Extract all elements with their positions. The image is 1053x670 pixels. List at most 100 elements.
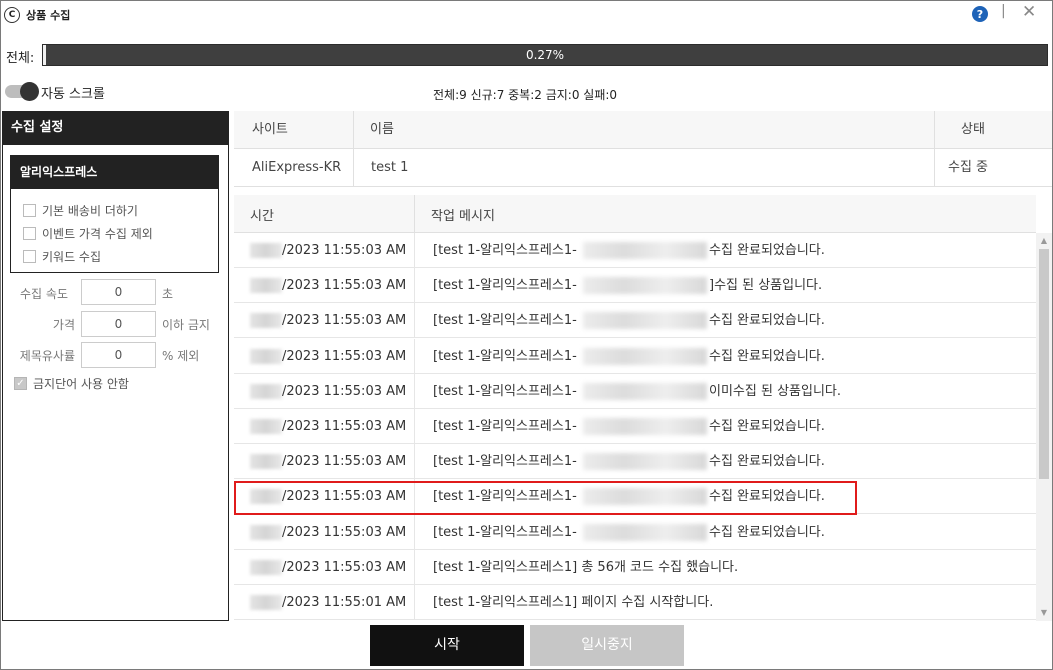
similarity-input[interactable]: 0: [81, 342, 156, 368]
option-shipping-fee[interactable]: 기본 배송비 더하기: [23, 202, 138, 219]
column-header-site: 사이트: [252, 122, 288, 137]
site-table-row[interactable]: AliExpress-KR test 1 수집 중: [234, 149, 1052, 187]
aliexpress-options-group: 알리익스프레스 기본 배송비 더하기 이벤트 가격 수집 제외 키워드 수집: [10, 155, 219, 273]
log-message-cell: [test 1-알리익스프레스1- 수집 완료되었습니다.: [414, 233, 1036, 268]
log-message-status: 수집 완료되었습니다.: [709, 243, 825, 258]
log-row[interactable]: /2023 11:55:03 AM [test 1-알리익스프레스1- 수집 완료되…: [234, 233, 1036, 268]
log-time-cell: /2023 11:55:03 AM: [234, 233, 414, 268]
option-exclude-event-price[interactable]: 이벤트 가격 수집 제외: [23, 225, 153, 242]
progress-label: 전체:: [6, 51, 35, 66]
log-message-cell: [test 1-알리익스프레스1-]수집 된 상품입니다.: [414, 268, 1036, 304]
checkbox[interactable]: [23, 204, 36, 217]
app-logo-icon: C: [4, 7, 20, 23]
log-row[interactable]: /2023 11:55:03 AM [test 1-알리익스프레스1- 수집 완료되…: [234, 338, 1036, 374]
log-row[interactable]: /2023 11:55:03 AM [test 1-알리익스프레스1- 수집 완료되…: [234, 514, 1036, 550]
checkbox[interactable]: [23, 250, 36, 263]
group-title: 알리익스프레스: [11, 156, 218, 189]
log-message-cell: [test 1-알리익스프레스1- 수집 완료되었습니다.: [414, 514, 1036, 550]
log-row[interactable]: /2023 11:55:03 AM [test 1-알리익스프레스1] 총 56개…: [234, 549, 1036, 585]
column-header-message: 작업 메시지: [431, 209, 495, 224]
start-button[interactable]: 시작: [370, 625, 524, 666]
auto-scroll-label: 자동 스크롤: [41, 87, 105, 102]
scroll-thumb[interactable]: [1039, 249, 1049, 479]
log-row[interactable]: /2023 11:55:03 AM [test 1-알리익스프레스1- 수집 완료되…: [234, 444, 1036, 480]
minimize-icon[interactable]: |: [1001, 3, 1006, 19]
log-message-cell: [test 1-알리익스프레스1] 페이지 수집 시작합니다.: [414, 585, 1036, 620]
redacted-product-code: [583, 523, 707, 541]
redacted-date: [250, 454, 282, 470]
log-message: [test 1-알리익스프레스1-: [433, 454, 577, 470]
log-message: [test 1-알리익스프레스1] 총 56개 코드 수집 했습니다.: [433, 559, 739, 575]
log-time-cell: /2023 11:55:03 AM: [234, 303, 414, 338]
price-suffix: 이하 금지: [162, 318, 210, 332]
help-icon[interactable]: ?: [972, 6, 988, 22]
redacted-date: [250, 243, 282, 258]
log-message-cell: [test 1-알리익스프레스1- 수집 완료되었습니다.: [414, 303, 1036, 339]
price-label: 가격: [52, 318, 75, 332]
checkbox[interactable]: [23, 227, 36, 240]
log-message: [test 1-알리익스프레스1-: [433, 348, 577, 364]
log-time: /2023 11:55:03 AM: [282, 278, 407, 294]
log-list[interactable]: /2023 11:55:03 AM [test 1-알리익스프레스1- 수집 완료되…: [234, 233, 1036, 621]
highlight-box: [234, 481, 857, 515]
column-header-name: 이름: [370, 122, 394, 137]
log-time: /2023 11:55:03 AM: [282, 559, 407, 575]
log-time-cell: /2023 11:55:03 AM: [234, 374, 414, 409]
log-row[interactable]: /2023 11:55:03 AM [test 1-알리익스프레스1-]수집 된 …: [234, 268, 1036, 304]
log-message-status: 이미수집 된 상품입니다.: [709, 383, 841, 399]
log-row[interactable]: /2023 11:55:03 AM [test 1-알리익스프레스1- 수집 완료되…: [234, 409, 1036, 444]
close-icon[interactable]: ✕: [1022, 2, 1036, 22]
scroll-up-icon[interactable]: ▲: [1036, 233, 1052, 249]
option-label: 이벤트 가격 수집 제외: [42, 227, 153, 241]
similarity-label: 제목유사률: [19, 349, 75, 363]
redacted-date: [250, 383, 282, 399]
redacted-product-code: [583, 312, 707, 330]
log-time-cell: /2023 11:55:03 AM: [234, 444, 414, 479]
option-keyword-collect[interactable]: 키워드 수집: [23, 248, 101, 265]
log-time: /2023 11:55:03 AM: [282, 419, 407, 434]
pause-button[interactable]: 일시중지: [530, 625, 684, 666]
redacted-product-code: [583, 242, 707, 259]
option-label: 금지단어 사용 안함: [33, 377, 129, 391]
log-time: /2023 11:55:03 AM: [282, 524, 407, 540]
log-message: [test 1-알리익스프레스1-: [433, 243, 577, 258]
log-message-status: 수집 완료되었습니다.: [709, 524, 825, 540]
log-scrollbar[interactable]: ▲ ▼: [1036, 233, 1052, 621]
column-header-status: 상태: [961, 122, 985, 137]
log-row[interactable]: /2023 11:55:03 AM [test 1-알리익스프레스1- 이미수집 된…: [234, 373, 1036, 409]
site-table: 사이트 이름 상태 AliExpress-KR test 1 수집 중: [234, 111, 1052, 187]
auto-scroll-toggle[interactable]: [5, 82, 39, 101]
log-message: [test 1-알리익스프레스1-: [433, 383, 577, 399]
log-time-cell: /2023 11:55:03 AM: [234, 550, 414, 585]
log-row[interactable]: /2023 11:55:03 AM [test 1-알리익스프레스1- 수집 완료되…: [234, 303, 1036, 339]
title-bar: C 상품 수집: [1, 1, 1052, 29]
progress-text: 0.27%: [525, 48, 565, 62]
redacted-product-code: [583, 277, 707, 295]
scroll-down-icon[interactable]: ▼: [1036, 605, 1052, 621]
speed-input[interactable]: 0: [81, 279, 156, 305]
log-time-cell: /2023 11:55:03 AM: [234, 409, 414, 444]
option-label: 키워드 수집: [42, 250, 102, 264]
redacted-date: [250, 348, 282, 364]
redacted-date: [250, 313, 282, 329]
option-label: 기본 배송비 더하기: [42, 204, 138, 218]
log-message-status: ]수집 된 상품입니다.: [709, 278, 823, 294]
log-message-cell: [test 1-알리익스프레스1- 수집 완료되었습니다.: [414, 338, 1036, 374]
option-banned-words[interactable]: ✓ 금지단어 사용 안함: [14, 375, 129, 392]
log-time: /2023 11:55:03 AM: [282, 454, 407, 470]
log-message-status: 수집 완료되었습니다.: [709, 348, 825, 364]
collection-stats: 전체:9 신규:7 중복:2 금지:0 실패:0: [433, 88, 618, 102]
log-message-cell: [test 1-알리익스프레스1- 수집 완료되었습니다.: [414, 409, 1036, 444]
log-time: /2023 11:55:03 AM: [282, 383, 407, 399]
similarity-suffix: % 제외: [162, 349, 200, 363]
log-row[interactable]: /2023 11:55:01 AM [test 1-알리익스프레스1] 페이지 수…: [234, 585, 1036, 620]
log-message-status: 수집 완료되었습니다.: [709, 419, 825, 434]
log-time-cell: /2023 11:55:03 AM: [234, 515, 414, 550]
checkbox-checked[interactable]: ✓: [14, 377, 27, 390]
window-title: 상품 수집: [26, 9, 71, 22]
redacted-product-code: [583, 453, 707, 471]
price-limit-input[interactable]: 0: [81, 311, 156, 337]
speed-suffix: 초: [162, 287, 174, 301]
log-message-status: 수집 완료되었습니다.: [709, 313, 825, 329]
log-time: /2023 11:55:03 AM: [282, 313, 407, 329]
